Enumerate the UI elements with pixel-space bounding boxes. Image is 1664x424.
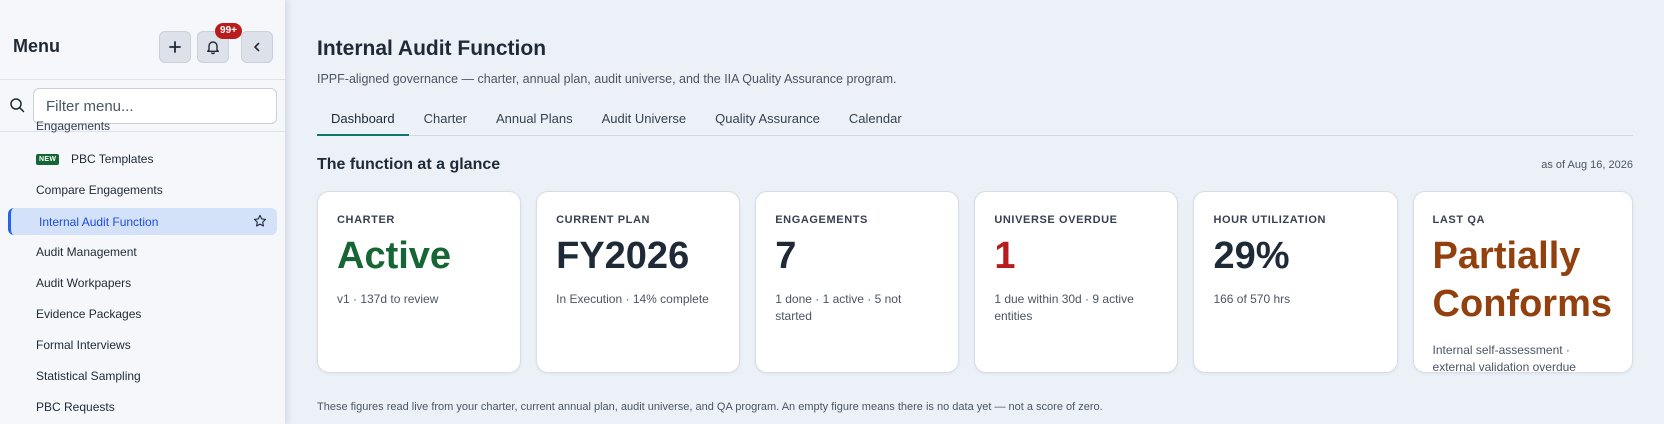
section-title: The function at a glance: [317, 156, 501, 173]
card-label: LAST QA: [1432, 214, 1486, 226]
sidebar-item-evidence-packages[interactable]: Evidence Packages: [36, 307, 141, 321]
collapse-sidebar-button[interactable]: [241, 31, 273, 63]
kpi-cards: CHARTER Active v1 · 137d to review CURRE…: [317, 191, 1633, 374]
kpi-card-universe-overdue: UNIVERSE OVERDUE 1 1 due within 30d · 9 …: [974, 191, 1179, 373]
sidebar-item-pbc-templates[interactable]: PBC Templates: [71, 152, 153, 166]
card-label: HOUR UTILIZATION: [1213, 214, 1327, 226]
tab-charter[interactable]: Charter: [410, 103, 481, 136]
kpi-card-charter: CHARTER Active v1 · 137d to review: [317, 191, 522, 373]
search-icon: [10, 98, 25, 113]
tab-quality-assurance[interactable]: Quality Assurance: [701, 103, 834, 136]
card-value: Active: [337, 235, 452, 277]
card-detail: In Execution · 14% complete: [556, 292, 709, 306]
tab-audit-universe[interactable]: Audit Universe: [588, 103, 701, 136]
card-detail: Internal self-assessment · external vali…: [1432, 343, 1576, 374]
card-label: CURRENT PLAN: [556, 214, 651, 226]
tab-bar: Dashboard Charter Annual Plans Audit Uni…: [317, 103, 1633, 136]
bell-icon: [207, 41, 219, 55]
sidebar-item-audit-workpapers[interactable]: Audit Workpapers: [36, 276, 131, 290]
sidebar-item-label: Internal Audit Function: [39, 215, 159, 229]
card-detail: v1 · 137d to review: [337, 292, 439, 306]
card-value: 29%: [1213, 235, 1290, 277]
sidebar: Menu 99+ Engagements NEW PBC Templat: [0, 0, 286, 424]
card-detail: 166 of 570 hrs: [1213, 292, 1291, 306]
sidebar-item-compare-engagements[interactable]: Compare Engagements: [36, 183, 163, 197]
chevron-left-icon: [254, 42, 260, 52]
page-title: Internal Audit Function: [317, 37, 547, 60]
notifications-button[interactable]: 99+: [197, 23, 242, 63]
sidebar-item-statistical-sampling[interactable]: Statistical Sampling: [36, 369, 141, 383]
new-badge: NEW: [36, 154, 60, 165]
as-of-date: as of Aug 16, 2026: [1541, 159, 1633, 171]
card-value: FY2026: [556, 235, 690, 277]
kpi-card-current-plan: CURRENT PLAN FY2026 In Execution · 14% c…: [536, 191, 741, 373]
sidebar-item-engagements[interactable]: Engagements: [36, 119, 110, 133]
sidebar-item-pbc-requests[interactable]: PBC Requests: [36, 400, 115, 414]
kpi-card-hour-utilization: HOUR UTILIZATION 29% 166 of 570 hrs: [1193, 191, 1398, 373]
card-value: Partially Conforms: [1433, 232, 1612, 328]
card-detail: 1 due within 30d · 9 active entities: [994, 292, 1134, 323]
tab-calendar[interactable]: Calendar: [835, 103, 916, 136]
card-value: 1: [994, 235, 1016, 277]
card-label: UNIVERSE OVERDUE: [994, 214, 1118, 226]
card-value: 7: [775, 235, 797, 277]
sidebar-item-audit-management[interactable]: Audit Management: [36, 245, 137, 259]
plus-icon: [169, 41, 181, 53]
card-value-line: Conforms: [1432, 283, 1612, 325]
kpi-card-last-qa: LAST QA Partially Conforms Internal self…: [1412, 191, 1633, 374]
tab-annual-plans[interactable]: Annual Plans: [482, 103, 587, 136]
tab-dashboard[interactable]: Dashboard: [317, 103, 409, 136]
sidebar-header: Menu 99+: [0, 0, 285, 80]
page-subtitle: IPPF-aligned governance — charter, annua…: [317, 72, 897, 86]
sidebar-title: Menu: [13, 36, 60, 56]
sidebar-item-internal-audit-function[interactable]: Internal Audit Function: [8, 208, 277, 235]
kpi-card-engagements: ENGAGEMENTS 7 1 done · 1 active · 5 not …: [755, 191, 960, 373]
card-detail: 1 done · 1 active · 5 not started: [775, 292, 902, 323]
footnote: These figures read live from your charte…: [317, 401, 1103, 413]
star-icon[interactable]: [253, 214, 267, 228]
card-value-line: Partially: [1432, 235, 1581, 277]
add-button[interactable]: [159, 31, 191, 63]
card-label: ENGAGEMENTS: [775, 214, 868, 226]
notification-count-badge: 99+: [215, 23, 242, 39]
card-label: CHARTER: [337, 214, 395, 226]
sidebar-item-formal-interviews[interactable]: Formal Interviews: [36, 338, 131, 352]
